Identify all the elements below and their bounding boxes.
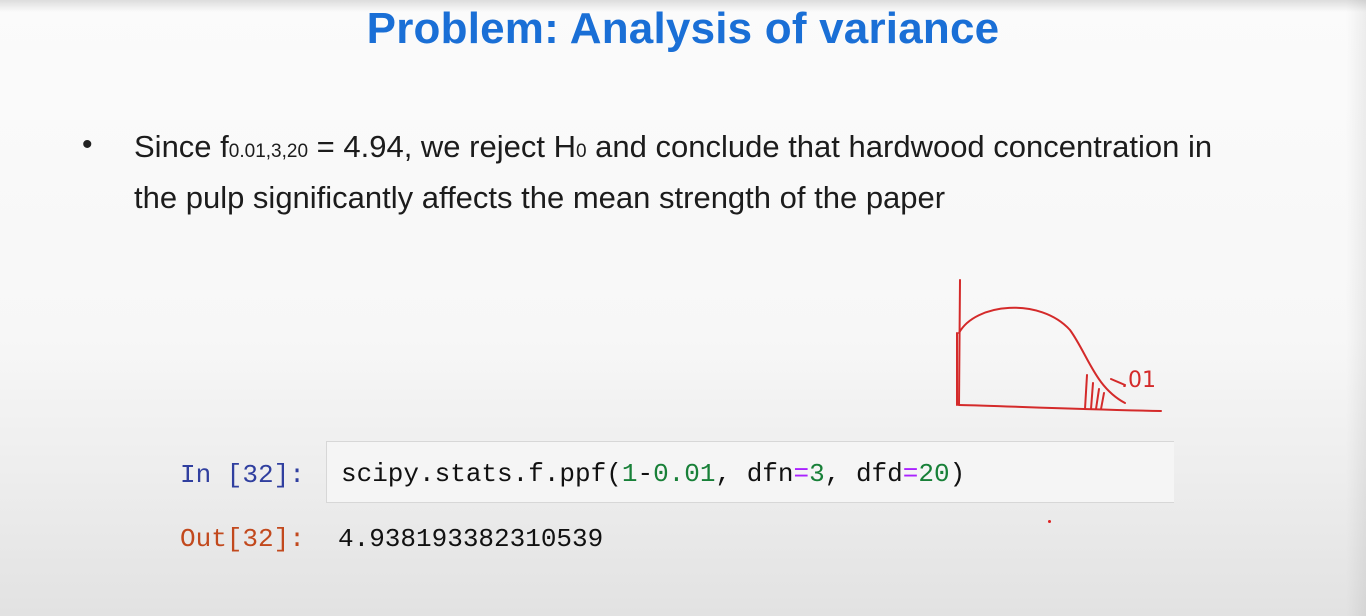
sketch-density-curve — [958, 306, 1126, 404]
f-distribution-sketch: .01 — [956, 279, 1162, 412]
code-operator: = — [793, 459, 810, 489]
slide: Problem: Analysis of variance • Since f0… — [0, 0, 1366, 616]
code-func: scipy.stats.f.ppf( — [341, 459, 622, 489]
sketch-tail-shading — [1084, 374, 1105, 410]
bullet-part-1: Since f — [134, 129, 229, 164]
code-close-paren: ) — [949, 459, 966, 489]
code-cell[interactable]: scipy.stats.f.ppf(1-0.01, dfn=3, dfd=20) — [326, 441, 1174, 503]
code-number: 20 — [918, 459, 950, 489]
bullet-marker: • — [82, 128, 93, 161]
f-subscript: 0.01,3,20 — [228, 141, 309, 162]
code-arg-dfd: , dfd — [824, 459, 903, 489]
code-number: 3 — [809, 459, 825, 489]
bullet-part-2: = 4.94, we reject H — [308, 129, 576, 164]
input-prompt: In [32]: — [180, 460, 305, 490]
code-arg-dfn: , dfn — [715, 459, 794, 489]
code-minus: - — [637, 459, 654, 489]
sketch-horizontal-axis — [958, 404, 1162, 412]
sketch-vertical-axis — [958, 279, 961, 406]
notebook-area: In [32]: scipy.stats.f.ppf(1-0.01, dfn=3… — [0, 438, 1366, 616]
h-subscript: 0 — [575, 141, 587, 162]
code-number: 1 — [621, 459, 638, 489]
slide-title: Problem: Analysis of variance — [366, 4, 1000, 53]
code-number: 0.01 — [653, 459, 716, 489]
output-prompt: Out[32]: — [180, 524, 305, 554]
bullet-text: Since f0.01,3,20 = 4.94, we reject H0 an… — [134, 124, 1254, 221]
sketch-alpha-label: .01 — [1121, 368, 1156, 393]
code-line[interactable]: scipy.stats.f.ppf(1-0.01, dfn=3, dfd=20) — [341, 459, 965, 489]
output-value: 4.938193382310539 — [338, 524, 604, 554]
code-operator: = — [902, 459, 919, 489]
stray-ink-dot — [1048, 520, 1051, 523]
